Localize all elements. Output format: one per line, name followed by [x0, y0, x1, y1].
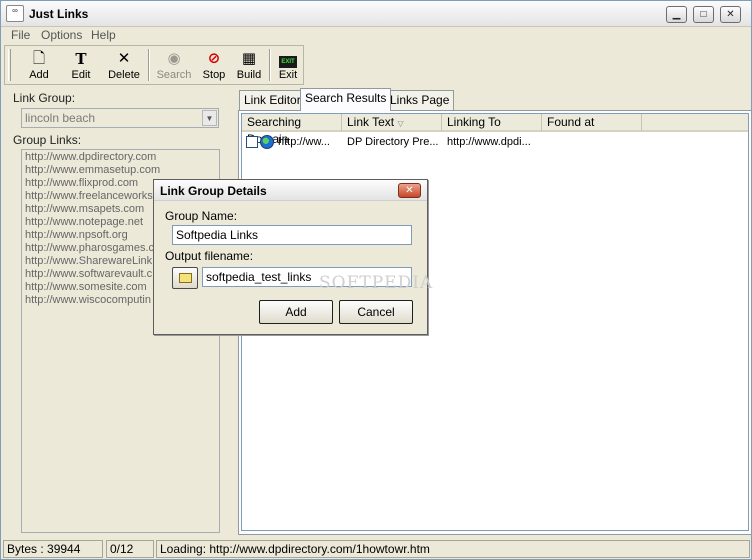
search-button[interactable]: ◉ Search	[154, 48, 194, 82]
link-group-details-dialog: Link Group Details ✕ Group Name: Softped…	[153, 179, 428, 335]
status-loading: Loading: http://www.dpdirectory.com/1how…	[156, 540, 750, 558]
edit-text-icon: T	[75, 50, 87, 68]
cell-link-text: DP Directory Pre...	[347, 136, 439, 148]
add-button[interactable]: Add	[259, 300, 333, 324]
toolbar-separator	[269, 49, 271, 81]
delete-x-icon: ✕	[117, 50, 131, 67]
new-document-icon: 🗋	[32, 50, 46, 67]
tab-link-editor[interactable]: Link Editor	[239, 90, 306, 110]
menu-options[interactable]: Options	[41, 27, 82, 44]
minimize-button[interactable]: ▁	[666, 6, 687, 23]
menu-file[interactable]: File	[11, 27, 30, 44]
link-group-select[interactable]: lincoln beach ▼	[21, 108, 219, 128]
dialog-title-bar[interactable]: Link Group Details ✕	[154, 180, 427, 201]
output-filename-label: Output filename:	[165, 249, 254, 263]
edit-button[interactable]: T Edit	[63, 48, 99, 82]
column-header-link-text[interactable]: Link Text ▽	[342, 114, 442, 132]
tab-search-results[interactable]: Search Results	[300, 88, 392, 111]
edit-label: Edit	[71, 69, 91, 81]
exit-label: Exit	[278, 69, 298, 81]
exit-button[interactable]: EXIT Exit	[275, 48, 301, 82]
main-window: ∞ Just Links ▁ □ ✕ File Options Help 🗋 A…	[0, 0, 752, 560]
dialog-title: Link Group Details	[160, 184, 267, 198]
menu-help[interactable]: Help	[91, 27, 116, 44]
column-header-found-at[interactable]: Found at	[542, 114, 642, 132]
chevron-down-icon[interactable]: ▼	[202, 110, 217, 126]
toolbar-separator	[148, 49, 150, 81]
add-label: Add	[29, 69, 49, 81]
stop-label: Stop	[202, 69, 226, 81]
toolbar-grip[interactable]	[8, 49, 11, 81]
build-button[interactable]: ▦ Build	[233, 48, 265, 82]
cancel-button[interactable]: Cancel	[339, 300, 413, 324]
tab-links-page[interactable]: Links Page	[385, 90, 455, 110]
build-blocks-icon: ▦	[241, 50, 257, 67]
window-title: Just Links	[29, 7, 89, 21]
toolbar: 🗋 Add T Edit ✕ Delete ◉ Search ⊘ Stop ▦ …	[4, 45, 304, 85]
close-button[interactable]: ✕	[720, 6, 741, 23]
watermark: SOFTPEDIA	[319, 273, 434, 293]
list-item[interactable]: http://www.emmasetup.com	[22, 164, 219, 177]
column-header-filler	[642, 114, 748, 132]
add-button[interactable]: 🗋 Add	[21, 48, 57, 82]
menu-bar: File Options Help	[1, 27, 751, 44]
delete-button[interactable]: ✕ Delete	[105, 48, 143, 82]
cell-linking-to: http://www.dpdi...	[447, 136, 531, 148]
link-text-header-label: Link Text	[347, 115, 395, 129]
group-name-input[interactable]: Softpedia Links	[172, 225, 412, 245]
link-group-label: Link Group:	[13, 91, 76, 105]
search-globe-icon: ◉	[167, 50, 181, 67]
search-label: Search	[156, 69, 192, 81]
delete-label: Delete	[108, 69, 140, 81]
dialog-close-button[interactable]: ✕	[398, 183, 421, 198]
list-item[interactable]: http://www.dpdirectory.com	[22, 151, 219, 164]
column-header-searching-domain[interactable]: Searching Domain	[242, 114, 342, 146]
sort-desc-icon: ▽	[397, 119, 404, 128]
app-logo-icon: ∞	[6, 5, 24, 22]
title-bar[interactable]: ∞ Just Links ▁ □ ✕	[1, 1, 751, 27]
group-links-label: Group Links:	[13, 133, 82, 147]
cell-domain: http://ww...	[278, 136, 330, 148]
table-row[interactable]: http://ww... DP Directory Pre... http://…	[242, 134, 642, 152]
maximize-button[interactable]: □	[693, 6, 714, 23]
link-group-value: lincoln beach	[25, 111, 96, 125]
column-header-linking-to[interactable]: Linking To	[442, 114, 542, 132]
stop-icon: ⊘	[207, 50, 221, 67]
exit-sign-icon: EXIT	[275, 50, 301, 68]
status-bytes: Bytes : 39944	[3, 540, 103, 558]
status-progress: 0/12	[106, 540, 154, 558]
folder-icon	[179, 273, 192, 283]
group-name-label: Group Name:	[165, 209, 238, 223]
browse-folder-button[interactable]	[172, 267, 198, 289]
stop-button[interactable]: ⊘ Stop	[199, 48, 229, 82]
build-label: Build	[236, 69, 262, 81]
